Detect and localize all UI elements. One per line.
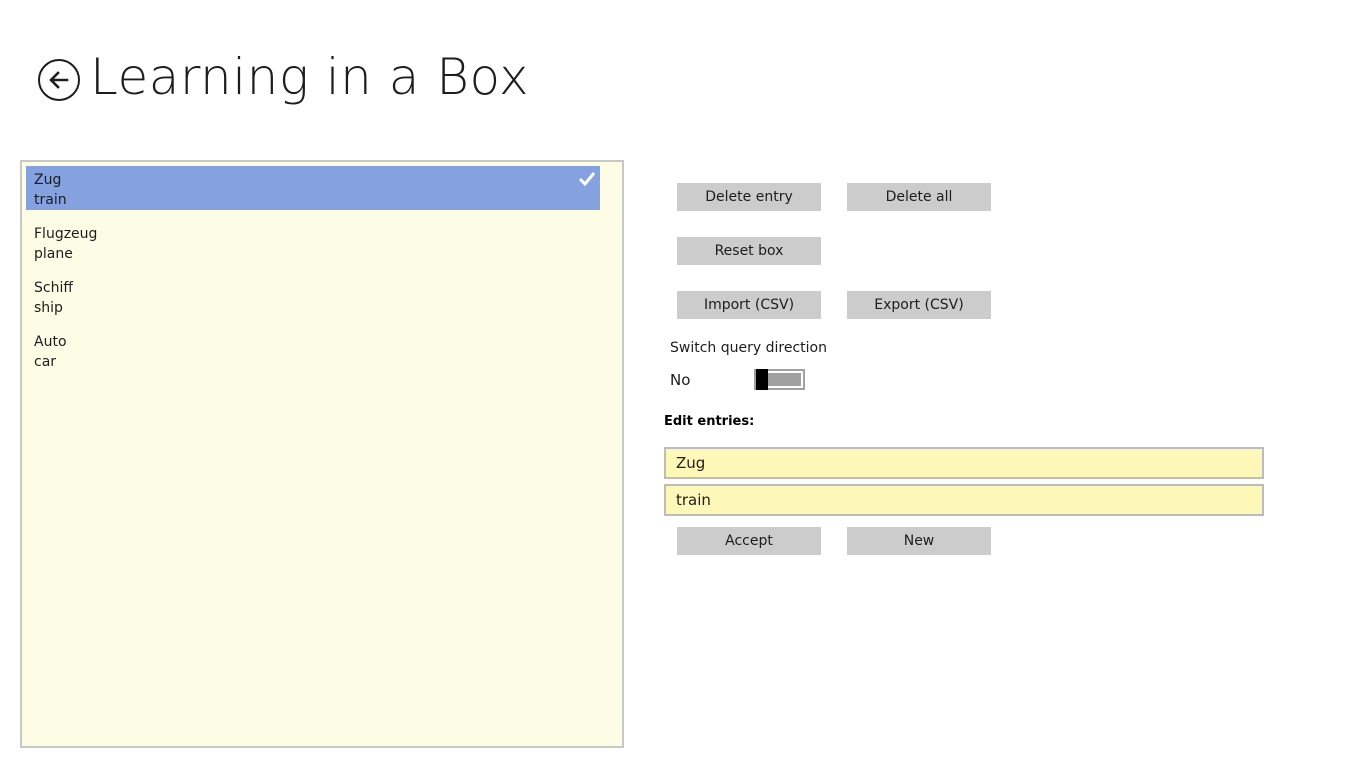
entry-word: Schiff [34, 280, 73, 296]
delete-all-button[interactable]: Delete all [847, 183, 991, 211]
export-csv-button[interactable]: Export (CSV) [847, 291, 991, 319]
delete-entry-button[interactable]: Delete entry [677, 183, 821, 211]
query-direction-label: Switch query direction [670, 340, 827, 356]
entry-translation: ship [34, 300, 63, 316]
entries-list-panel[interactable]: Zug train Flugzeug plane Schiff ship Aut… [20, 160, 624, 748]
list-item[interactable]: Auto car [26, 328, 600, 372]
list-item[interactable]: Schiff ship [26, 274, 600, 318]
back-arrow-icon [49, 71, 69, 89]
word-field[interactable]: Zug [664, 447, 1264, 479]
new-button[interactable]: New [847, 527, 991, 555]
entry-translation: train [34, 192, 67, 208]
accept-button[interactable]: Accept [677, 527, 821, 555]
entry-word: Flugzeug [34, 226, 98, 242]
toggle-thumb [756, 369, 768, 390]
entry-translation: car [34, 354, 57, 370]
entry-word: Zug [34, 172, 62, 188]
translation-field[interactable]: train [664, 484, 1264, 516]
query-direction-toggle[interactable] [754, 369, 805, 390]
page-title: Learning in a Box [90, 48, 530, 106]
entry-word: Auto [34, 334, 67, 350]
edit-entries-label: Edit entries: [664, 414, 755, 429]
entries-list[interactable]: Zug train Flugzeug plane Schiff ship Aut… [26, 166, 602, 382]
entry-translation: plane [34, 246, 73, 262]
list-item[interactable]: Flugzeug plane [26, 220, 600, 264]
checkmark-icon [578, 172, 596, 187]
list-item[interactable]: Zug train [26, 166, 600, 210]
query-direction-state: No [670, 371, 691, 389]
import-csv-button[interactable]: Import (CSV) [677, 291, 821, 319]
reset-box-button[interactable]: Reset box [677, 237, 821, 265]
back-button[interactable] [38, 59, 80, 101]
